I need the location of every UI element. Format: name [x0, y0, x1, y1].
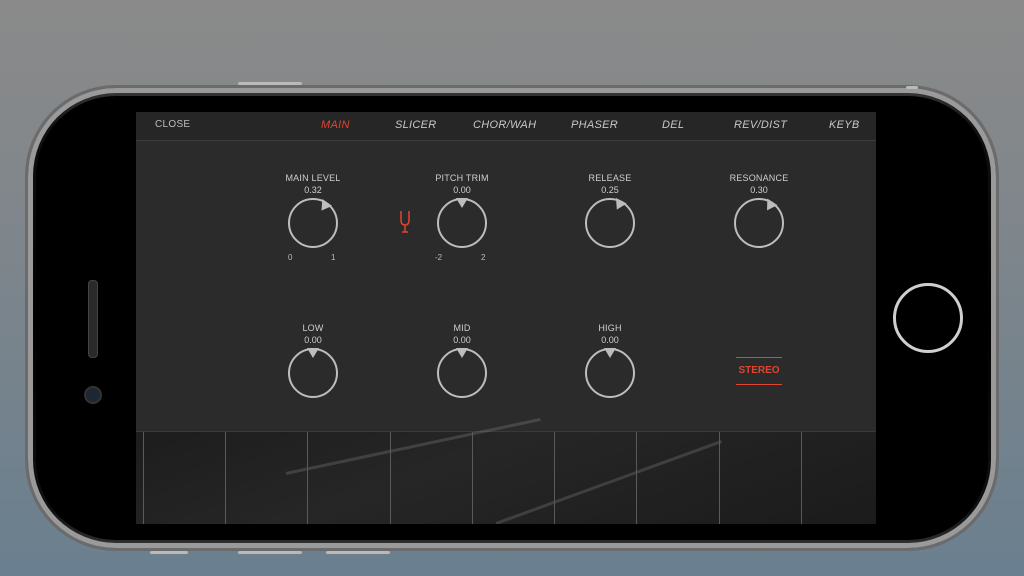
tab-chor-wah[interactable]: CHOR/WAH [473, 119, 536, 131]
front-camera-icon [84, 386, 102, 404]
keyboard [136, 417, 876, 524]
release-control: RELEASE 0.25 [560, 173, 660, 248]
pitch-trim-label: PITCH TRIM [435, 173, 489, 183]
high-value: 0.00 [601, 335, 619, 345]
white-key[interactable] [143, 432, 225, 524]
high-knob[interactable] [585, 348, 635, 398]
low-label: LOW [302, 323, 324, 333]
mid-control: MID 0.00 [412, 323, 512, 398]
resonance-value: 0.30 [750, 185, 768, 195]
pitch-trim-control: PITCH TRIM 0.00 [412, 173, 512, 248]
main-level-max: 1 [331, 253, 336, 262]
phone-bottom-button-2 [238, 551, 302, 554]
high-label: HIGH [598, 323, 622, 333]
main-level-knob[interactable] [288, 198, 338, 248]
resonance-control: RESONANCE 0.30 [709, 173, 809, 248]
high-control: HIGH 0.00 [560, 323, 660, 398]
app-screen: CLOSE MAIN SLICER CHOR/WAH PHASER DEL RE… [136, 112, 876, 524]
phone-top-button [238, 82, 302, 85]
stereo-button[interactable]: STEREO [736, 357, 782, 385]
tab-slicer[interactable]: SLICER [395, 119, 437, 131]
phone-bottom-button-3 [326, 551, 390, 554]
resonance-knob[interactable] [734, 198, 784, 248]
white-key[interactable] [636, 432, 718, 524]
tab-keyb[interactable]: KEYB [829, 119, 860, 131]
tab-rev-dist[interactable]: REV/DIST [734, 119, 787, 131]
white-key[interactable] [307, 432, 389, 524]
main-level-label: MAIN LEVEL [285, 173, 341, 183]
release-label: RELEASE [588, 173, 632, 183]
low-value: 0.00 [304, 335, 322, 345]
tab-main[interactable]: MAIN [321, 119, 350, 131]
phone-bottom-button-1 [150, 551, 188, 554]
white-key[interactable] [471, 432, 554, 524]
main-level-min: 0 [288, 253, 293, 262]
mid-value: 0.00 [453, 335, 471, 345]
home-button[interactable] [893, 283, 963, 353]
pitch-trim-min: -2 [435, 253, 443, 262]
main-level-control: MAIN LEVEL 0.32 [263, 173, 363, 248]
white-key[interactable] [225, 432, 307, 524]
release-value: 0.25 [601, 185, 619, 195]
tuning-fork-icon[interactable] [398, 210, 412, 234]
white-key[interactable] [554, 432, 636, 524]
pitch-trim-knob[interactable] [437, 198, 487, 248]
mid-knob[interactable] [437, 348, 487, 398]
white-key[interactable] [389, 432, 472, 524]
resonance-label: RESONANCE [729, 173, 789, 183]
main-level-value: 0.32 [304, 185, 322, 195]
pitch-trim-max: 2 [481, 253, 486, 262]
phone-speaker [88, 280, 98, 358]
white-key[interactable] [800, 432, 876, 524]
phone-side-button [906, 86, 918, 89]
pitch-trim-value: 0.00 [453, 185, 471, 195]
mid-label: MID [453, 323, 471, 333]
low-control: LOW 0.00 [263, 323, 363, 398]
top-nav: CLOSE MAIN SLICER CHOR/WAH PHASER DEL RE… [136, 112, 876, 141]
release-knob[interactable] [585, 198, 635, 248]
low-knob[interactable] [288, 348, 338, 398]
tab-phaser[interactable]: PHASER [571, 119, 618, 131]
white-key[interactable] [718, 432, 801, 524]
close-button[interactable]: CLOSE [155, 119, 190, 130]
tab-del[interactable]: DEL [662, 119, 684, 131]
